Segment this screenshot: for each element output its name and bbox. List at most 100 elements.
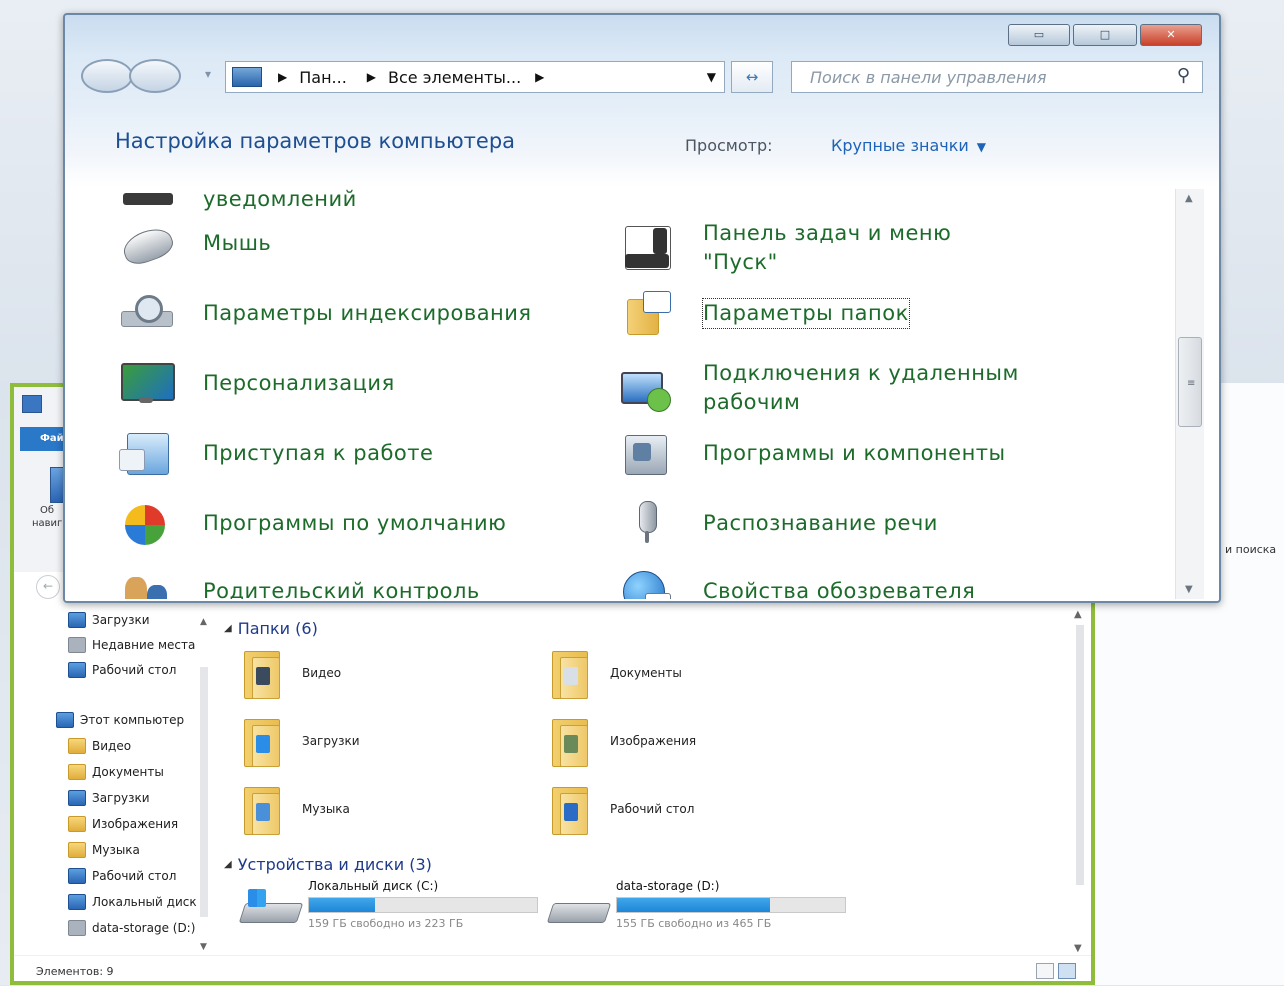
nav-item-label: Документы (92, 765, 164, 779)
cp-item-label[interactable]: Параметры папок (702, 297, 910, 329)
search-input[interactable]: Поиск в панели управления (810, 68, 1046, 87)
nav-item-label: Локальный диск (92, 895, 197, 909)
dropdown-arrow-icon[interactable]: ▼ (977, 140, 986, 154)
drive-name: data-storage (D:) (616, 879, 720, 893)
nav-item[interactable]: Загрузки (68, 609, 150, 631)
nav-item[interactable]: Локальный диск (68, 891, 197, 913)
scroll-up-icon[interactable]: ▲ (1074, 609, 1082, 620)
cp-item[interactable]: Параметры индексирования (115, 289, 532, 337)
folder-item[interactable]: Музыка (242, 783, 350, 835)
cp-item[interactable]: Программы и компоненты (615, 429, 1006, 477)
cp-item-label[interactable]: Свойства обозревателя (703, 577, 975, 600)
nav-item[interactable]: data-storage (D:) (68, 917, 195, 939)
maximize-button[interactable]: □ (1073, 24, 1137, 46)
chevron-right-icon[interactable]: ▶ (278, 70, 287, 84)
status-bar: Элементов: 9 (14, 955, 1091, 986)
nav-item[interactable]: Музыка (68, 839, 140, 861)
search-box[interactable]: Поиск в панели управления ⚲ (791, 61, 1203, 93)
drive-free-space: 155 ГБ свободно из 465 ГБ (616, 917, 772, 930)
back-button[interactable] (81, 59, 133, 93)
nav-item[interactable]: Рабочий стол (68, 659, 176, 681)
content-scrollbar[interactable]: ▲ ▼ (1072, 609, 1088, 954)
search-icon[interactable]: ⚲ (1177, 65, 1190, 86)
nav-item[interactable]: Этот компьютер (56, 709, 184, 731)
chevron-right-icon[interactable]: ▶ (535, 70, 544, 84)
navigation-pane: Загрузки Недавние места Рабочий стол Этот к… (40, 609, 212, 954)
local-disk-icon (68, 894, 86, 910)
address-bar[interactable]: ▶ Пан... ▶ Все элементы... ▶ ▼ (225, 61, 725, 93)
back-button[interactable]: ← (36, 575, 60, 599)
cp-item[interactable]: Персонализация (115, 359, 395, 407)
cp-item[interactable]: Мышь (115, 219, 271, 269)
cp-item[interactable]: Подключения к удаленным рабочим (615, 359, 1033, 417)
close-button[interactable]: ✕ (1140, 24, 1202, 46)
nav-scroll-up-icon[interactable]: ▲ (200, 617, 207, 627)
collapse-icon: ◢ (224, 623, 232, 634)
nav-scrollbar[interactable]: ▲ ▼ (198, 617, 210, 952)
cp-item-label[interactable]: Программы по умолчанию (203, 509, 506, 538)
pictures-icon (68, 816, 86, 832)
folder-item[interactable]: Загрузки (242, 715, 360, 767)
scroll-down-icon[interactable]: ▼ (1185, 584, 1193, 595)
cp-item-label[interactable]: Мышь (203, 229, 271, 258)
cp-item-label[interactable]: Приступая к работе (203, 439, 433, 468)
large-icons-view-icon[interactable] (1058, 963, 1076, 979)
documents-folder-icon (550, 647, 590, 699)
view-mode-dropdown[interactable]: Крупные значки ▼ (831, 136, 986, 155)
cp-item-label[interactable]: Параметры индексирования (203, 299, 532, 328)
drive-d[interactable]: data-storage (D:) 155 ГБ свободно из 465… (546, 879, 846, 930)
cp-item[interactable]: Параметры папок (615, 289, 910, 337)
cp-item[interactable]: Родительский контроль (115, 567, 480, 599)
folder-item[interactable]: Рабочий стол (550, 783, 694, 835)
cp-item-label[interactable]: Подключения к удаленным рабочим (703, 359, 1033, 417)
cp-item-label[interactable]: Родительский контроль (203, 577, 480, 600)
scroll-thumb[interactable]: ≡ (1178, 337, 1202, 427)
search-fragment: и поиска (1225, 543, 1277, 556)
devices-group-header[interactable]: ◢ Устройства и диски (3) (224, 855, 432, 874)
drive-name: Локальный диск (C:) (308, 879, 439, 893)
nav-scroll-thumb[interactable] (200, 667, 208, 917)
refresh-button[interactable]: ↔ (731, 61, 773, 93)
cp-item[interactable]: Распознавание речи (615, 499, 938, 547)
cp-item[interactable]: уведомлений (115, 189, 357, 223)
nav-scroll-down-icon[interactable]: ▼ (200, 942, 207, 952)
chevron-right-icon[interactable]: ▶ (367, 70, 376, 84)
scroll-thumb[interactable] (1076, 625, 1084, 885)
desktop-icon (68, 868, 86, 884)
cp-item-label[interactable]: Распознавание речи (703, 509, 938, 538)
nav-item[interactable]: Видео (68, 735, 131, 757)
nav-item[interactable]: Документы (68, 761, 164, 783)
cp-scrollbar[interactable]: ▲ ≡ ▼ (1175, 189, 1204, 599)
minimize-button[interactable]: ▭ (1008, 24, 1070, 46)
cp-item[interactable]: Свойства обозревателя (615, 567, 975, 599)
nav-item[interactable]: Недавние места (68, 634, 195, 656)
ribbon-label-2: навиг (32, 518, 63, 529)
folder-item[interactable]: Документы (550, 647, 682, 699)
cp-item[interactable]: Панель задач и меню "Пуск" (615, 219, 1033, 277)
address-dropdown-icon[interactable]: ▼ (707, 70, 716, 84)
scroll-up-icon[interactable]: ▲ (1185, 193, 1193, 204)
cp-item-label[interactable]: уведомлений (203, 189, 357, 214)
nav-item[interactable]: Рабочий стол (68, 865, 176, 887)
recent-pages-icon[interactable]: ▾ (205, 67, 211, 81)
breadcrumb-all-items[interactable]: Все элементы... (388, 68, 521, 87)
mouse-icon (115, 219, 179, 269)
nav-item[interactable]: Изображения (68, 813, 178, 835)
folders-group-header[interactable]: ◢ Папки (6) (224, 619, 318, 638)
breadcrumb-control-panel[interactable]: Пан... (299, 68, 347, 87)
folder-item[interactable]: Видео (242, 647, 341, 699)
drive-c[interactable]: Локальный диск (C:) 159 ГБ свободно из 2… (238, 879, 538, 930)
cp-item[interactable]: Приступая к работе (115, 429, 433, 477)
cp-item-label[interactable]: Панель задач и меню "Пуск" (703, 219, 1033, 277)
cp-item[interactable]: Программы по умолчанию (115, 499, 506, 547)
scroll-down-icon[interactable]: ▼ (1074, 943, 1082, 954)
cp-item-label[interactable]: Программы и компоненты (703, 439, 1006, 468)
cp-item-label[interactable]: Персонализация (203, 369, 395, 398)
nav-item[interactable]: Загрузки (68, 787, 150, 809)
view-mode-value[interactable]: Крупные значки (831, 136, 969, 155)
remote-desktop-icon (615, 364, 679, 412)
forward-button[interactable] (129, 59, 181, 93)
folder-item[interactable]: Изображения (550, 715, 696, 767)
details-view-icon[interactable] (1036, 963, 1054, 979)
view-label: Просмотр: (685, 136, 773, 155)
